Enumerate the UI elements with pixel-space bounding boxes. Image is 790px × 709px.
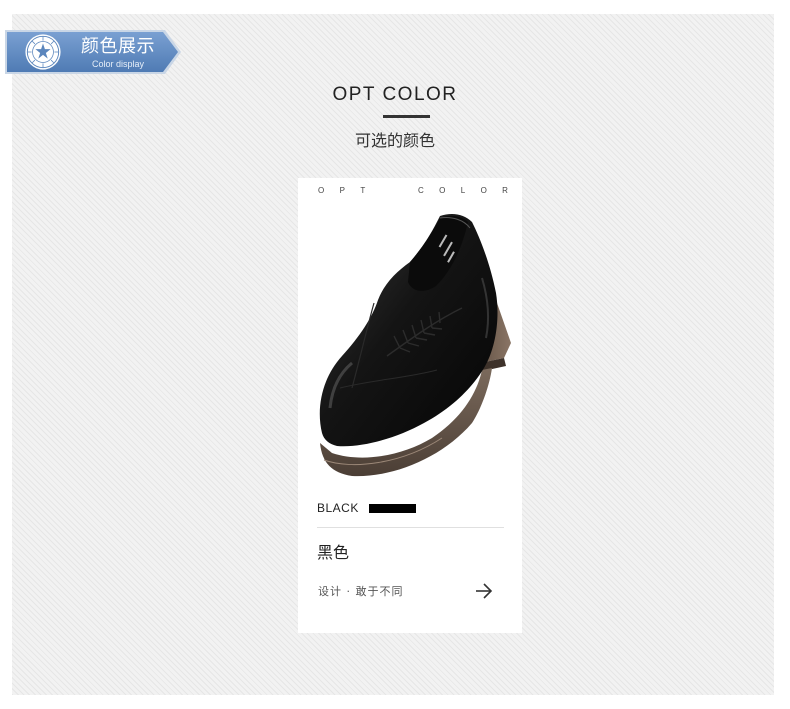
section-title: OPT COLOR bbox=[332, 84, 458, 105]
color-label-row: BLACK bbox=[317, 500, 416, 516]
banner-title: 颜色展示 bbox=[81, 36, 155, 57]
product-shoe-image bbox=[319, 214, 511, 477]
caption-letter: L bbox=[460, 186, 466, 195]
arrow-right-icon[interactable] bbox=[474, 582, 494, 600]
color-name-en: BLACK bbox=[317, 501, 359, 515]
caption-letter: O bbox=[480, 186, 487, 195]
banner-subtitle: Color display bbox=[92, 59, 145, 69]
product-color-card[interactable]: O P T C O L O R BLACK 黑色 设计 · 敢于不同 bbox=[298, 178, 522, 633]
title-underline bbox=[383, 115, 430, 118]
caption-letter: O bbox=[318, 186, 325, 195]
caption-letter: P bbox=[339, 186, 345, 195]
card-caption: O P T C O L O R bbox=[318, 186, 508, 195]
caption-letter: C bbox=[417, 186, 424, 195]
brand-seal-icon bbox=[25, 34, 61, 70]
caption-gap bbox=[381, 186, 403, 195]
section-banner: 颜色展示 Color display bbox=[3, 28, 183, 76]
section-subtitle: 可选的颜色 bbox=[354, 131, 435, 150]
caption-letter: O bbox=[439, 186, 446, 195]
color-name-cn: 黑色 bbox=[317, 543, 350, 562]
caption-letter: T bbox=[360, 186, 366, 195]
color-swatch bbox=[368, 503, 416, 513]
card-divider bbox=[317, 527, 504, 528]
caption-letter: R bbox=[502, 186, 508, 195]
design-slogan: 设计 · 敢于不同 bbox=[318, 585, 404, 598]
